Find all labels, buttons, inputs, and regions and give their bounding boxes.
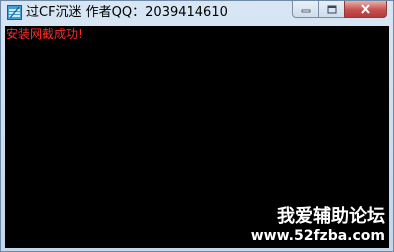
- app-icon[interactable]: [7, 5, 22, 20]
- console-output[interactable]: 安装网截成功! 我爱辅助论坛 www.52fzba.com: [5, 26, 389, 248]
- watermark-title: 我爱辅助论坛: [277, 206, 385, 227]
- site-watermark: 我爱辅助论坛 www.52fzba.com: [251, 206, 385, 245]
- watermark-url: www.52fzba.com: [250, 228, 385, 244]
- minimize-button[interactable]: [292, 1, 318, 18]
- maximize-icon: [327, 5, 336, 13]
- close-button[interactable]: [344, 1, 387, 18]
- console-window: 过CF沉迷 作者QQ：2039414610 安装网截成功! 我爱辅助论坛 www…: [0, 0, 394, 252]
- window-title: 过CF沉迷 作者QQ：2039414610: [26, 5, 228, 20]
- title-bar[interactable]: 过CF沉迷 作者QQ：2039414610: [1, 1, 393, 25]
- minimize-icon: [301, 9, 310, 13]
- window-controls: [292, 1, 387, 18]
- console-status-line: 安装网截成功!: [6, 27, 83, 41]
- maximize-button[interactable]: [318, 1, 344, 18]
- close-icon: [361, 4, 370, 14]
